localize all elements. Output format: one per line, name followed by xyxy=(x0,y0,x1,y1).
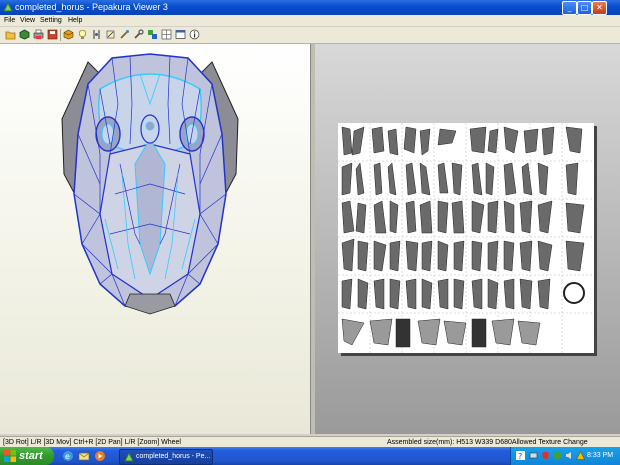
alert-icon[interactable] xyxy=(576,451,585,460)
toolbar-separator xyxy=(60,29,61,41)
windows-logo-icon xyxy=(4,450,16,462)
shield-icon[interactable] xyxy=(541,451,550,460)
media-player-icon[interactable] xyxy=(94,450,106,462)
bulb-icon[interactable] xyxy=(77,29,88,40)
menu-setting[interactable]: Setting xyxy=(40,15,62,26)
close-button[interactable]: ✕ xyxy=(592,1,607,15)
security-icon[interactable] xyxy=(553,451,562,460)
svg-text:?: ? xyxy=(518,452,522,460)
internet-explorer-icon[interactable]: e xyxy=(62,450,74,462)
pin-icon[interactable] xyxy=(91,29,102,40)
brush-icon[interactable] xyxy=(119,29,130,40)
network-icon[interactable] xyxy=(529,451,538,460)
save-icon[interactable] xyxy=(47,29,58,40)
layers-icon[interactable] xyxy=(147,29,158,40)
app-icon xyxy=(124,452,134,462)
mail-icon[interactable] xyxy=(78,450,90,462)
maximize-button[interactable]: □ xyxy=(577,1,592,15)
menu-file[interactable]: File xyxy=(4,15,15,26)
2d-view-pane[interactable] xyxy=(315,44,620,434)
cube-icon[interactable] xyxy=(19,29,30,40)
print-icon[interactable] xyxy=(33,29,44,40)
paper-sheet[interactable] xyxy=(338,123,594,353)
menu-view[interactable]: View xyxy=(20,15,35,26)
taskbar-item-label: completed_horus - Pe... xyxy=(136,453,211,460)
taskbar-item-pepakura[interactable]: completed_horus - Pe... xyxy=(119,449,213,465)
unfolded-parts xyxy=(338,123,594,353)
toolbar xyxy=(0,27,620,44)
app-icon xyxy=(3,2,13,12)
box-icon[interactable] xyxy=(63,29,74,40)
volume-icon[interactable] xyxy=(565,451,574,460)
open-icon[interactable] xyxy=(5,29,16,40)
system-tray: ? 8:33 PM xyxy=(510,447,620,465)
info-icon[interactable] xyxy=(189,29,200,40)
3d-model-horus-helmet[interactable] xyxy=(0,44,310,434)
window-title: completed_horus - Pepakura Viewer 3 xyxy=(15,2,168,12)
svg-text:e: e xyxy=(65,452,70,461)
minimize-button[interactable]: _ xyxy=(562,1,577,15)
window-icon[interactable] xyxy=(175,29,186,40)
start-button[interactable]: start xyxy=(0,447,54,465)
wrench-icon[interactable] xyxy=(133,29,144,40)
clock: 8:33 PM xyxy=(587,452,614,459)
menu-bar: File View Setting Help xyxy=(0,15,620,26)
start-label: start xyxy=(19,450,43,462)
tools-icon[interactable] xyxy=(105,29,116,40)
taskbar: start e completed_horus - Pe... ? 8:33 P… xyxy=(0,447,620,465)
help-icon[interactable]: ? xyxy=(516,451,525,460)
title-bar[interactable]: completed_horus - Pepakura Viewer 3 _ □ … xyxy=(0,0,620,15)
menu-help[interactable]: Help xyxy=(68,15,82,26)
grid-icon[interactable] xyxy=(161,29,172,40)
3d-view-pane[interactable] xyxy=(0,44,311,434)
